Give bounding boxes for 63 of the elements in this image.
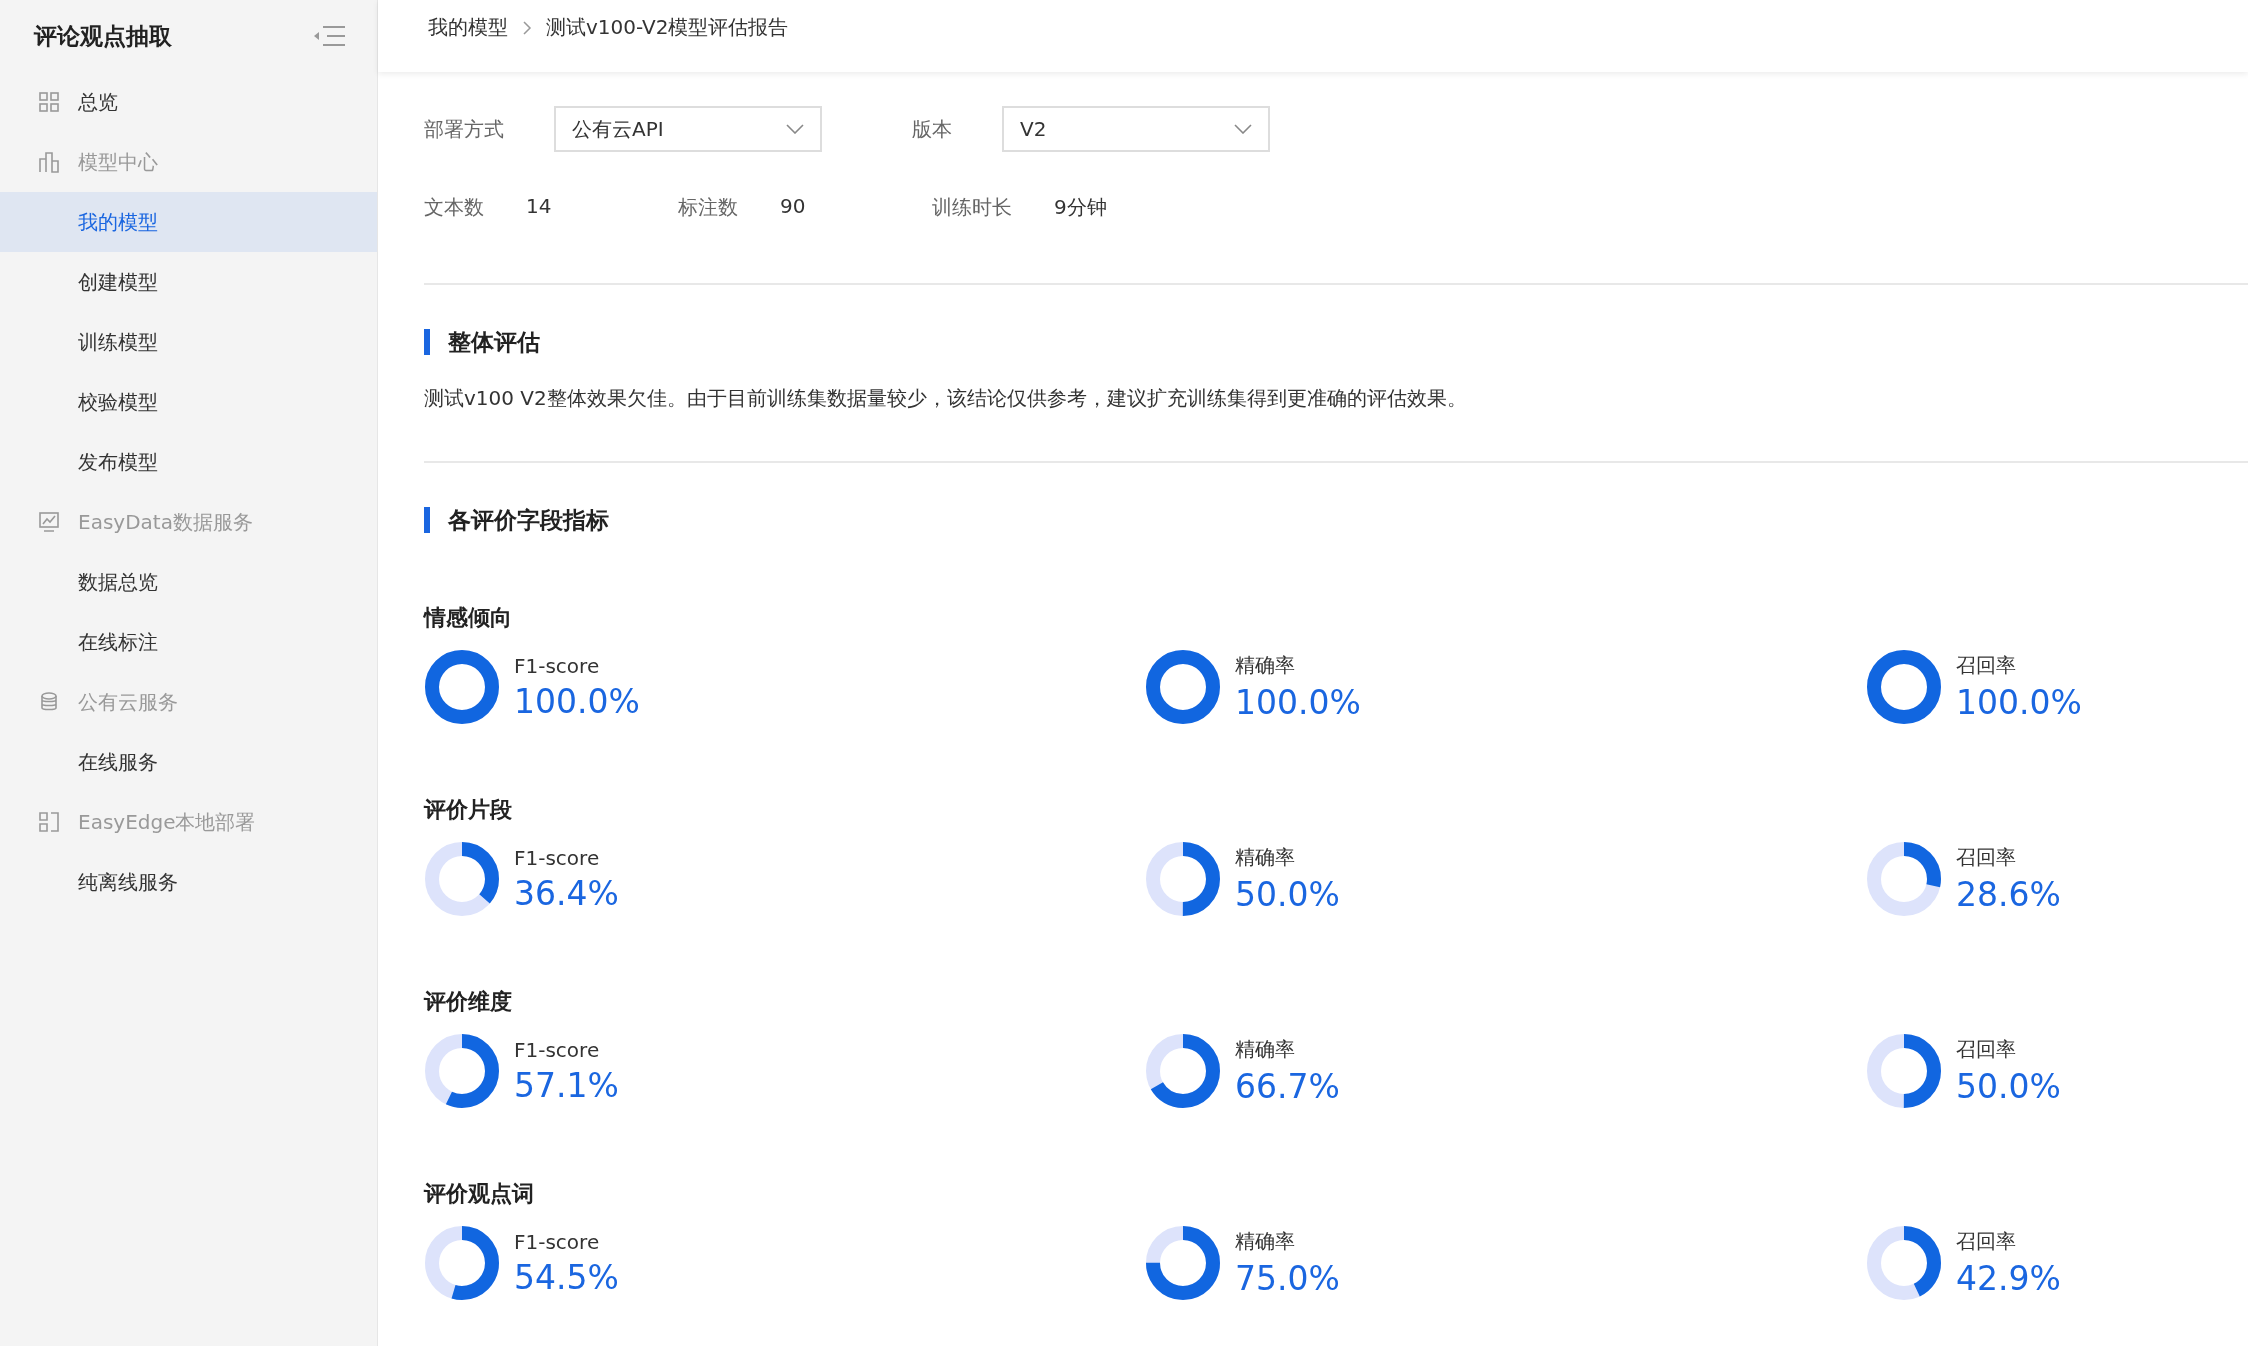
field-name: 评价片段 <box>424 796 513 824</box>
chevron-down-icon <box>1234 124 1252 134</box>
chevron-down-icon <box>786 124 804 134</box>
metric-value: 57.1% <box>514 1065 619 1105</box>
metric-value: 75.0% <box>1235 1259 1340 1298</box>
metric-value: 100.0% <box>1235 683 1361 722</box>
breadcrumb-item[interactable]: 我的模型 <box>428 14 508 40</box>
database-icon <box>38 691 60 713</box>
nav-item[interactable]: 训练模型 <box>0 312 377 372</box>
metric-value: 66.7% <box>1235 1067 1340 1106</box>
metric-value: 50.0% <box>1956 1067 2061 1106</box>
dropdown[interactable]: 公有云API <box>554 106 822 152</box>
filter-label: 版本 <box>912 115 952 143</box>
nav-item[interactable]: 校验模型 <box>0 372 377 432</box>
metric-value: 36.4% <box>514 873 619 913</box>
field-name: 评价维度 <box>424 988 513 1016</box>
nav-item[interactable]: 数据总览 <box>0 552 377 612</box>
metric-value: 100.0% <box>1956 683 2082 722</box>
field-name: 情感倾向 <box>424 604 513 632</box>
building-icon <box>38 151 60 173</box>
stat-value: 90 <box>780 194 806 220</box>
stat-label: 训练时长 <box>932 194 1012 221</box>
nav-item[interactable]: 在线服务 <box>0 732 377 792</box>
filter-label: 部署方式 <box>424 115 504 143</box>
metric-label: 精确率 <box>1235 1036 1296 1063</box>
nav-item[interactable]: 我的模型 <box>0 192 377 252</box>
device-icon <box>38 811 60 833</box>
grid-icon <box>38 91 60 113</box>
metric-label: F1-score <box>514 1229 601 1254</box>
metric-label: F1-score <box>514 1037 601 1062</box>
field-name: 评价观点词 <box>424 1180 535 1208</box>
chevron-right-icon <box>522 20 532 36</box>
metric-label: 精确率 <box>1235 844 1296 871</box>
metric-label: 精确率 <box>1235 1228 1296 1255</box>
metric-label: F1-score <box>514 845 601 870</box>
stat-value: 14 <box>526 194 552 220</box>
chart-icon <box>38 511 60 533</box>
metric-label: 精确率 <box>1235 652 1296 679</box>
section-title: 整体评估 <box>424 329 2248 355</box>
metric-label: 召回率 <box>1956 844 2017 871</box>
nav-item[interactable]: 总览 <box>0 72 377 132</box>
stat-label: 标注数 <box>678 194 738 221</box>
metric-value: 100.0% <box>514 681 640 721</box>
collapse-menu-icon[interactable] <box>313 24 347 48</box>
metric-label: 召回率 <box>1956 1228 2017 1255</box>
evaluation-summary: 测试v100 V2整体效果欠佳。由于目前训练集数据量较少，该结论仅供参考，建议扩充训练集得到更准确的评估效果。 <box>424 385 1468 412</box>
app-title: 评论观点抽取 <box>34 21 172 51</box>
nav-item[interactable]: 发布模型 <box>0 432 377 492</box>
breadcrumb-item: 测试v100-V2模型评估报告 <box>546 14 789 40</box>
stat-label: 文本数 <box>424 194 484 221</box>
metric-label: 召回率 <box>1956 652 2017 679</box>
section-title: 各评价字段指标 <box>424 507 2248 533</box>
metric-label: F1-score <box>514 653 601 678</box>
nav-item[interactable]: 创建模型 <box>0 252 377 312</box>
dropdown[interactable]: V2 <box>1002 106 1270 152</box>
nav-item[interactable]: 在线标注 <box>0 612 377 672</box>
stat-value: 9分钟 <box>1054 194 1107 221</box>
nav-item[interactable]: 纯离线服务 <box>0 852 377 912</box>
metric-value: 54.5% <box>514 1257 619 1297</box>
metric-value: 28.6% <box>1956 875 2061 914</box>
metric-label: 召回率 <box>1956 1036 2017 1063</box>
metric-value: 42.9% <box>1956 1259 2061 1298</box>
metric-value: 50.0% <box>1235 875 1340 914</box>
